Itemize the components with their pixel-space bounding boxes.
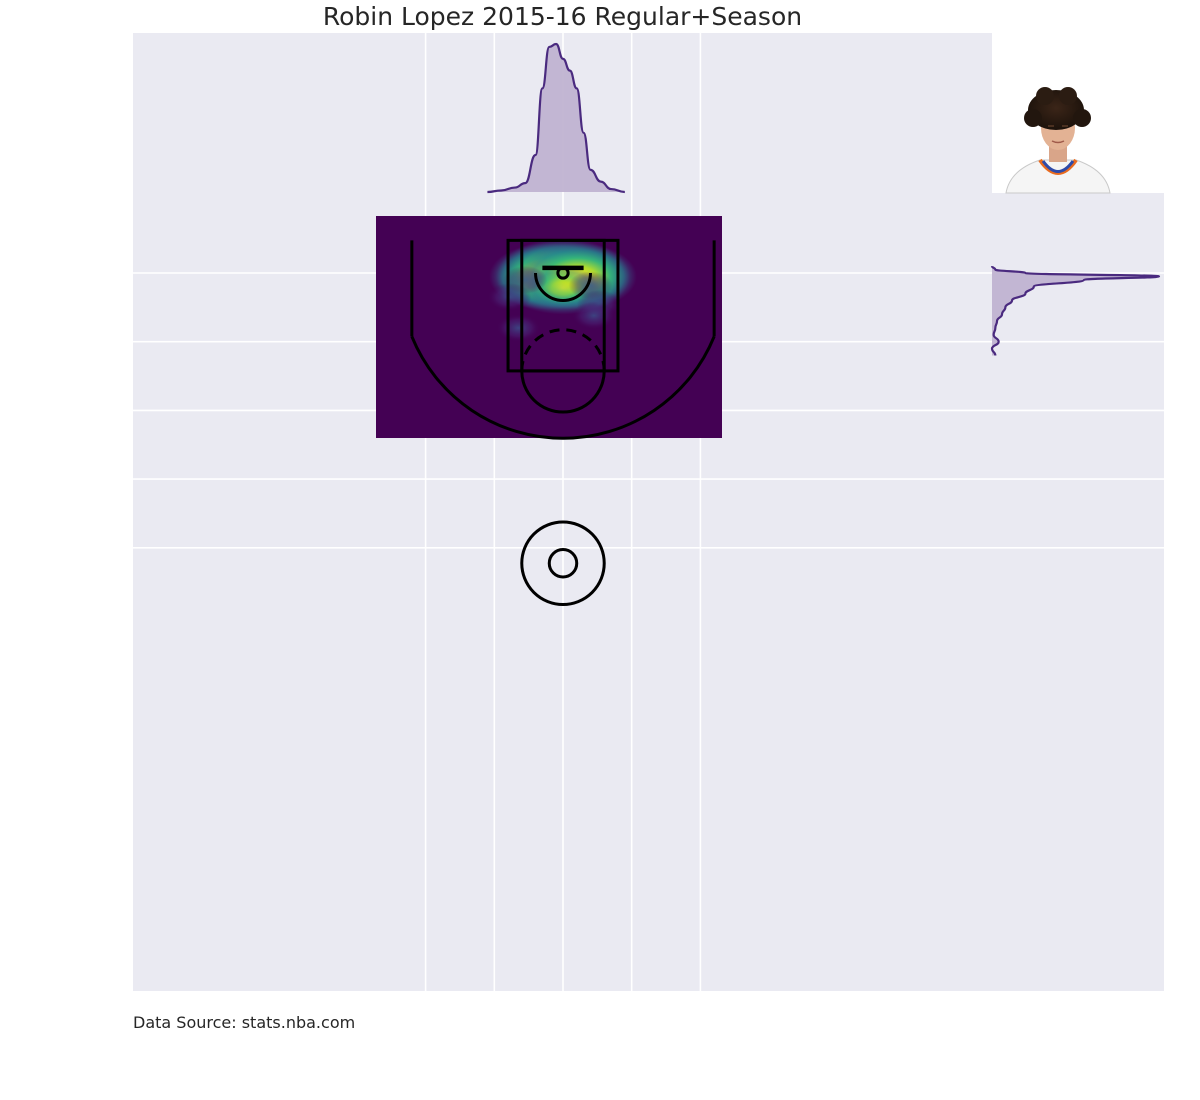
density-peak — [571, 301, 616, 330]
density-peak — [496, 313, 541, 342]
kde-heatmap — [376, 216, 722, 438]
shot-chart — [133, 33, 1164, 991]
data-source-note: Data Source: stats.nba.com — [133, 1013, 356, 1032]
marginal-y-background — [992, 193, 1164, 991]
player-photo — [992, 80, 1164, 194]
